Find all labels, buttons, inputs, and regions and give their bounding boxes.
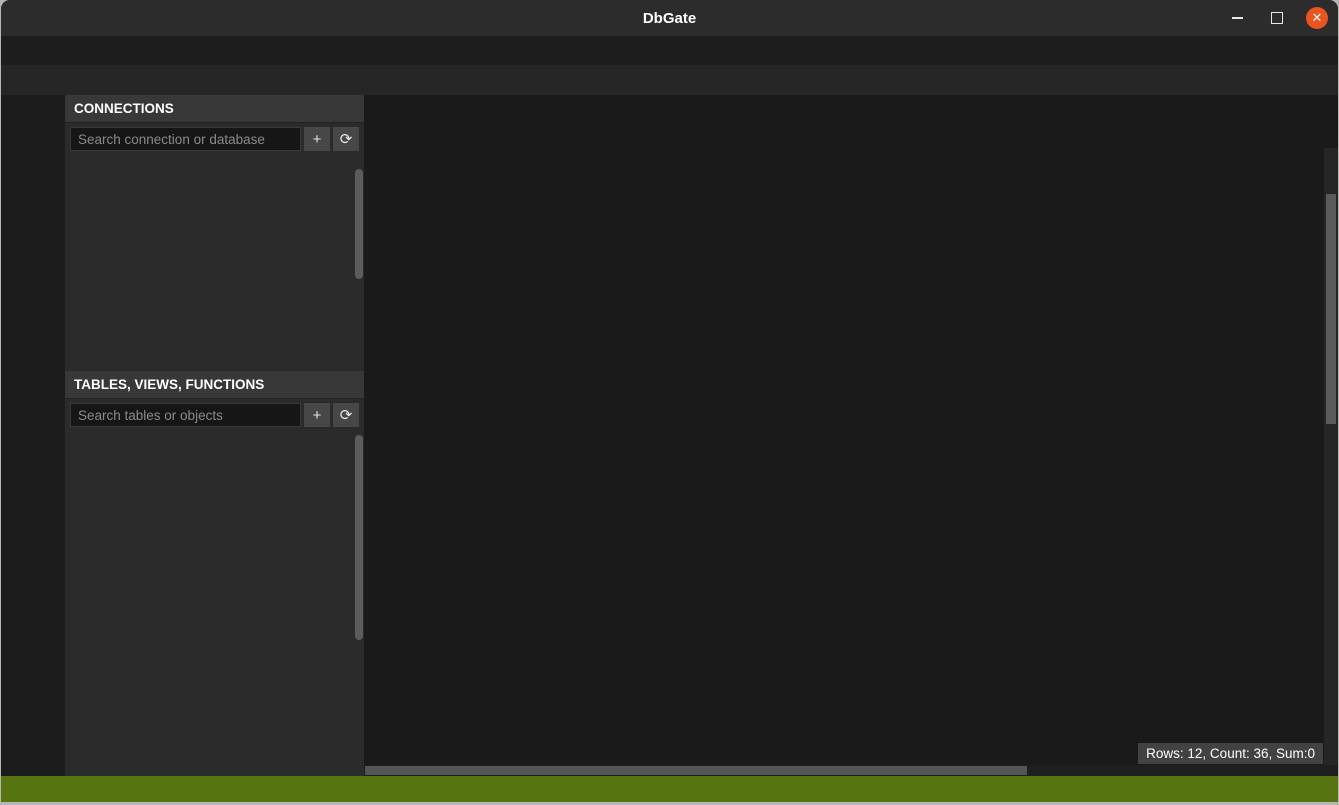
toolbar [1, 65, 1338, 95]
close-button[interactable]: ✕ [1306, 7, 1328, 29]
connections-title: CONNECTIONS [65, 95, 364, 123]
connections-list [65, 155, 364, 371]
horizontal-scrollbar[interactable] [365, 765, 1338, 776]
tables-search-input[interactable] [70, 403, 301, 427]
connections-refresh-button[interactable]: ⟳ [333, 127, 359, 151]
tables-title: TABLES, VIEWS, FUNCTIONS [65, 371, 364, 399]
tables-refresh-button[interactable]: ⟳ [333, 403, 359, 427]
vertical-scrollbar[interactable] [1324, 148, 1338, 765]
connections-search-input[interactable] [70, 127, 301, 151]
minimize-button[interactable] [1226, 7, 1248, 29]
status-bar [1, 776, 1338, 802]
app-window: DbGate ✕ CONNECTIONS + ⟳ TABLES, VIEWS, … [1, 0, 1338, 802]
maximize-button[interactable] [1266, 7, 1288, 29]
tab-group-row [365, 95, 1338, 112]
icon-rail [1, 95, 65, 776]
tables-list [65, 431, 364, 776]
side-panel: CONNECTIONS + ⟳ TABLES, VIEWS, FUNCTIONS… [65, 95, 365, 776]
data-grid: Rows: 12, Count: 36, Sum:0 [365, 148, 1338, 776]
content-area: Rows: 12, Count: 36, Sum:0 [365, 95, 1338, 776]
menu-bar [1, 36, 1338, 65]
tables-scrollbar[interactable] [355, 435, 363, 640]
tab-strip [365, 112, 1338, 142]
tables-add-button[interactable]: + [304, 403, 330, 427]
window-title: DbGate [643, 10, 696, 27]
title-bar: DbGate ✕ [1, 0, 1338, 36]
connections-add-button[interactable]: + [304, 127, 330, 151]
selection-stats-badge: Rows: 12, Count: 36, Sum:0 [1138, 743, 1323, 764]
connections-scrollbar[interactable] [355, 169, 363, 279]
